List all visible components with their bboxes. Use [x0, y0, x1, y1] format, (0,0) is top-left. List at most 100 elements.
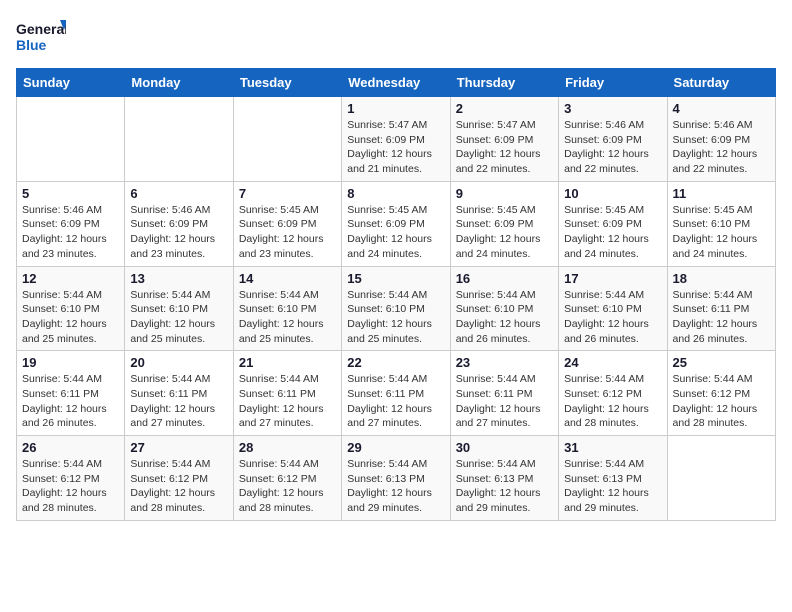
day-info: Sunrise: 5:45 AM Sunset: 6:09 PM Dayligh…: [456, 203, 553, 262]
calendar-cell: 10 Sunrise: 5:45 AM Sunset: 6:09 PM Dayli…: [559, 181, 667, 266]
day-info: Sunrise: 5:44 AM Sunset: 6:10 PM Dayligh…: [564, 288, 661, 347]
calendar-cell: [667, 436, 775, 521]
calendar-cell: 8 Sunrise: 5:45 AM Sunset: 6:09 PM Daylig…: [342, 181, 450, 266]
day-info: Sunrise: 5:44 AM Sunset: 6:13 PM Dayligh…: [347, 457, 444, 516]
day-number: 26: [22, 440, 119, 455]
calendar-cell: 29 Sunrise: 5:44 AM Sunset: 6:13 PM Dayli…: [342, 436, 450, 521]
calendar-cell: 1 Sunrise: 5:47 AM Sunset: 6:09 PM Daylig…: [342, 97, 450, 182]
calendar-cell: 17 Sunrise: 5:44 AM Sunset: 6:10 PM Dayli…: [559, 266, 667, 351]
calendar-cell: [125, 97, 233, 182]
day-number: 28: [239, 440, 336, 455]
page-header: General Blue: [16, 16, 776, 56]
calendar-cell: 16 Sunrise: 5:44 AM Sunset: 6:10 PM Dayli…: [450, 266, 558, 351]
calendar-cell: 13 Sunrise: 5:44 AM Sunset: 6:10 PM Dayli…: [125, 266, 233, 351]
day-info: Sunrise: 5:46 AM Sunset: 6:09 PM Dayligh…: [130, 203, 227, 262]
calendar-cell: 25 Sunrise: 5:44 AM Sunset: 6:12 PM Dayli…: [667, 351, 775, 436]
day-number: 9: [456, 186, 553, 201]
week-row-3: 12 Sunrise: 5:44 AM Sunset: 6:10 PM Dayli…: [17, 266, 776, 351]
day-number: 23: [456, 355, 553, 370]
week-row-2: 5 Sunrise: 5:46 AM Sunset: 6:09 PM Daylig…: [17, 181, 776, 266]
day-info: Sunrise: 5:44 AM Sunset: 6:11 PM Dayligh…: [673, 288, 770, 347]
day-info: Sunrise: 5:46 AM Sunset: 6:09 PM Dayligh…: [22, 203, 119, 262]
day-info: Sunrise: 5:44 AM Sunset: 6:10 PM Dayligh…: [22, 288, 119, 347]
day-number: 11: [673, 186, 770, 201]
day-number: 16: [456, 271, 553, 286]
day-number: 19: [22, 355, 119, 370]
day-number: 15: [347, 271, 444, 286]
day-number: 30: [456, 440, 553, 455]
day-number: 12: [22, 271, 119, 286]
weekday-header-thursday: Thursday: [450, 69, 558, 97]
day-info: Sunrise: 5:45 AM Sunset: 6:09 PM Dayligh…: [347, 203, 444, 262]
day-info: Sunrise: 5:47 AM Sunset: 6:09 PM Dayligh…: [347, 118, 444, 177]
day-info: Sunrise: 5:44 AM Sunset: 6:10 PM Dayligh…: [347, 288, 444, 347]
day-info: Sunrise: 5:44 AM Sunset: 6:11 PM Dayligh…: [347, 372, 444, 431]
day-number: 20: [130, 355, 227, 370]
day-number: 7: [239, 186, 336, 201]
day-info: Sunrise: 5:44 AM Sunset: 6:12 PM Dayligh…: [22, 457, 119, 516]
calendar-cell: 21 Sunrise: 5:44 AM Sunset: 6:11 PM Dayli…: [233, 351, 341, 436]
calendar-cell: 9 Sunrise: 5:45 AM Sunset: 6:09 PM Daylig…: [450, 181, 558, 266]
day-number: 18: [673, 271, 770, 286]
day-number: 17: [564, 271, 661, 286]
day-number: 10: [564, 186, 661, 201]
calendar-cell: 7 Sunrise: 5:45 AM Sunset: 6:09 PM Daylig…: [233, 181, 341, 266]
calendar-cell: 28 Sunrise: 5:44 AM Sunset: 6:12 PM Dayli…: [233, 436, 341, 521]
week-row-1: 1 Sunrise: 5:47 AM Sunset: 6:09 PM Daylig…: [17, 97, 776, 182]
weekday-header-monday: Monday: [125, 69, 233, 97]
day-info: Sunrise: 5:44 AM Sunset: 6:13 PM Dayligh…: [456, 457, 553, 516]
day-number: 6: [130, 186, 227, 201]
day-info: Sunrise: 5:44 AM Sunset: 6:11 PM Dayligh…: [456, 372, 553, 431]
day-number: 1: [347, 101, 444, 116]
calendar-cell: 22 Sunrise: 5:44 AM Sunset: 6:11 PM Dayli…: [342, 351, 450, 436]
svg-text:Blue: Blue: [16, 37, 47, 53]
weekday-header-tuesday: Tuesday: [233, 69, 341, 97]
day-info: Sunrise: 5:45 AM Sunset: 6:10 PM Dayligh…: [673, 203, 770, 262]
day-info: Sunrise: 5:46 AM Sunset: 6:09 PM Dayligh…: [673, 118, 770, 177]
calendar-cell: 23 Sunrise: 5:44 AM Sunset: 6:11 PM Dayli…: [450, 351, 558, 436]
weekday-header-friday: Friday: [559, 69, 667, 97]
day-info: Sunrise: 5:44 AM Sunset: 6:10 PM Dayligh…: [239, 288, 336, 347]
day-number: 5: [22, 186, 119, 201]
day-info: Sunrise: 5:44 AM Sunset: 6:12 PM Dayligh…: [239, 457, 336, 516]
day-info: Sunrise: 5:44 AM Sunset: 6:11 PM Dayligh…: [130, 372, 227, 431]
day-info: Sunrise: 5:44 AM Sunset: 6:10 PM Dayligh…: [456, 288, 553, 347]
day-info: Sunrise: 5:46 AM Sunset: 6:09 PM Dayligh…: [564, 118, 661, 177]
calendar-cell: 14 Sunrise: 5:44 AM Sunset: 6:10 PM Dayli…: [233, 266, 341, 351]
day-info: Sunrise: 5:45 AM Sunset: 6:09 PM Dayligh…: [239, 203, 336, 262]
calendar-cell: [17, 97, 125, 182]
weekday-header-saturday: Saturday: [667, 69, 775, 97]
day-number: 3: [564, 101, 661, 116]
calendar-cell: 12 Sunrise: 5:44 AM Sunset: 6:10 PM Dayli…: [17, 266, 125, 351]
calendar-cell: 18 Sunrise: 5:44 AM Sunset: 6:11 PM Dayli…: [667, 266, 775, 351]
weekday-header-wednesday: Wednesday: [342, 69, 450, 97]
day-number: 4: [673, 101, 770, 116]
day-number: 13: [130, 271, 227, 286]
day-number: 25: [673, 355, 770, 370]
calendar-cell: 31Sunrise: 5:44 AM Sunset: 6:13 PM Dayli…: [559, 436, 667, 521]
svg-text:General: General: [16, 21, 66, 37]
calendar-cell: 5 Sunrise: 5:46 AM Sunset: 6:09 PM Daylig…: [17, 181, 125, 266]
day-number: 22: [347, 355, 444, 370]
day-info: Sunrise: 5:44 AM Sunset: 6:12 PM Dayligh…: [564, 372, 661, 431]
calendar-cell: 15 Sunrise: 5:44 AM Sunset: 6:10 PM Dayli…: [342, 266, 450, 351]
day-number: 8: [347, 186, 444, 201]
day-info: Sunrise: 5:44 AM Sunset: 6:10 PM Dayligh…: [130, 288, 227, 347]
calendar-cell: 6 Sunrise: 5:46 AM Sunset: 6:09 PM Daylig…: [125, 181, 233, 266]
calendar-cell: 27 Sunrise: 5:44 AM Sunset: 6:12 PM Dayli…: [125, 436, 233, 521]
weekday-header-row: SundayMondayTuesdayWednesdayThursdayFrid…: [17, 69, 776, 97]
day-info: Sunrise: 5:44 AM Sunset: 6:12 PM Dayligh…: [673, 372, 770, 431]
day-info: Sunrise: 5:44 AM Sunset: 6:11 PM Dayligh…: [239, 372, 336, 431]
weekday-header-sunday: Sunday: [17, 69, 125, 97]
day-number: 21: [239, 355, 336, 370]
calendar-cell: 26 Sunrise: 5:44 AM Sunset: 6:12 PM Dayli…: [17, 436, 125, 521]
day-number: 24: [564, 355, 661, 370]
week-row-4: 19 Sunrise: 5:44 AM Sunset: 6:11 PM Dayli…: [17, 351, 776, 436]
week-row-5: 26 Sunrise: 5:44 AM Sunset: 6:12 PM Dayli…: [17, 436, 776, 521]
day-number: 14: [239, 271, 336, 286]
day-info: Sunrise: 5:45 AM Sunset: 6:09 PM Dayligh…: [564, 203, 661, 262]
day-number: 29: [347, 440, 444, 455]
day-info: Sunrise: 5:44 AM Sunset: 6:12 PM Dayligh…: [130, 457, 227, 516]
calendar-cell: 2Sunrise: 5:47 AM Sunset: 6:09 PM Daylig…: [450, 97, 558, 182]
day-number: 27: [130, 440, 227, 455]
